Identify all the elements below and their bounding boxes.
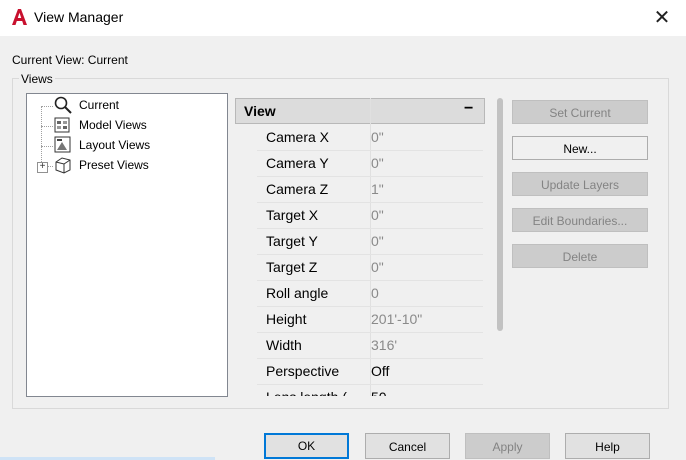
set-current-button[interactable]: Set Current bbox=[512, 100, 648, 124]
delete-button[interactable]: Delete bbox=[512, 244, 648, 268]
properties-panel: View − Camera X 0" Camera Y 0" Camera Z 1" Tar… bbox=[235, 98, 485, 396]
property-value[interactable]: 0" bbox=[371, 207, 384, 223]
close-icon[interactable]: ✕ bbox=[648, 6, 676, 30]
magnifier-view-icon bbox=[54, 96, 72, 114]
tree-item-model-views[interactable]: Model Views bbox=[79, 116, 147, 134]
tree-item-label: Preset Views bbox=[79, 158, 149, 172]
update-layers-button[interactable]: Update Layers bbox=[512, 172, 648, 196]
tree-item-preset-views[interactable]: Preset Views bbox=[79, 156, 149, 174]
property-name: Lens length ( bbox=[266, 389, 347, 396]
property-name: Height bbox=[266, 311, 307, 327]
layout-views-icon bbox=[54, 136, 71, 153]
property-row[interactable]: Lens length ( 50 bbox=[257, 384, 483, 396]
property-row[interactable]: Target Z 0" bbox=[257, 254, 483, 281]
property-value[interactable]: 0" bbox=[371, 129, 384, 145]
cancel-button[interactable]: Cancel bbox=[365, 433, 450, 459]
property-name: Camera Z bbox=[266, 181, 329, 197]
ok-button[interactable]: OK bbox=[264, 433, 349, 459]
property-name: Target X bbox=[266, 207, 319, 223]
new-view-button[interactable]: New... bbox=[512, 136, 648, 160]
property-name: Target Z bbox=[266, 259, 318, 275]
property-row[interactable]: Perspective Off bbox=[257, 358, 483, 385]
views-tree[interactable]: Current Model Views Layout Views + Prese… bbox=[26, 93, 228, 397]
preset-views-cube-icon bbox=[55, 157, 71, 174]
expand-preset-views-icon[interactable]: + bbox=[37, 162, 48, 173]
collapse-icon[interactable]: − bbox=[464, 100, 473, 118]
tree-item-layout-views[interactable]: Layout Views bbox=[79, 136, 150, 154]
properties-section-header[interactable]: View − bbox=[235, 98, 485, 124]
model-views-icon bbox=[54, 117, 70, 133]
edit-boundaries-button[interactable]: Edit Boundaries... bbox=[512, 208, 648, 232]
tree-item-label: Layout Views bbox=[79, 138, 151, 152]
property-value[interactable]: 0" bbox=[371, 155, 384, 171]
current-view-label: Current View: Current bbox=[12, 53, 128, 67]
tree-item-current[interactable]: Current bbox=[79, 96, 119, 114]
property-value[interactable]: 316' bbox=[371, 337, 397, 353]
dialog-body: Current View: Current Views Current Mode… bbox=[0, 36, 686, 460]
property-value[interactable]: 0" bbox=[371, 233, 384, 249]
autocad-app-icon bbox=[10, 8, 28, 26]
property-value[interactable]: 0 bbox=[371, 285, 379, 301]
property-value[interactable]: 50 bbox=[371, 389, 387, 396]
property-row[interactable]: Camera X 0" bbox=[257, 124, 483, 151]
property-row[interactable]: Height 201'-10" bbox=[257, 306, 483, 333]
properties-section-title: View bbox=[244, 103, 276, 119]
window-title: View Manager bbox=[34, 9, 124, 25]
property-value[interactable]: 0" bbox=[371, 259, 384, 275]
title-bar: View Manager ✕ bbox=[0, 0, 686, 36]
properties-gutter bbox=[235, 124, 257, 396]
property-name: Perspective bbox=[266, 363, 340, 379]
help-button[interactable]: Help bbox=[565, 433, 650, 459]
views-group-label: Views bbox=[19, 72, 55, 86]
property-name: Camera X bbox=[266, 129, 330, 145]
property-row[interactable]: Width 316' bbox=[257, 332, 483, 359]
tree-item-label: Model Views bbox=[79, 118, 147, 132]
properties-scrollbar[interactable] bbox=[497, 98, 503, 331]
apply-button[interactable]: Apply bbox=[465, 433, 550, 459]
property-name: Target Y bbox=[266, 233, 318, 249]
property-row[interactable]: Target X 0" bbox=[257, 202, 483, 229]
property-value[interactable]: 1" bbox=[371, 181, 384, 197]
property-name: Camera Y bbox=[266, 155, 329, 171]
property-row[interactable]: Camera Z 1" bbox=[257, 176, 483, 203]
property-row[interactable]: Camera Y 0" bbox=[257, 150, 483, 177]
property-name: Width bbox=[266, 337, 302, 353]
tree-item-label: Current bbox=[79, 98, 120, 112]
property-value[interactable]: 201'-10" bbox=[371, 311, 422, 327]
property-name: Roll angle bbox=[266, 285, 329, 301]
property-value[interactable]: Off bbox=[371, 363, 389, 379]
property-row[interactable]: Roll angle 0 bbox=[257, 280, 483, 307]
property-row[interactable]: Target Y 0" bbox=[257, 228, 483, 255]
